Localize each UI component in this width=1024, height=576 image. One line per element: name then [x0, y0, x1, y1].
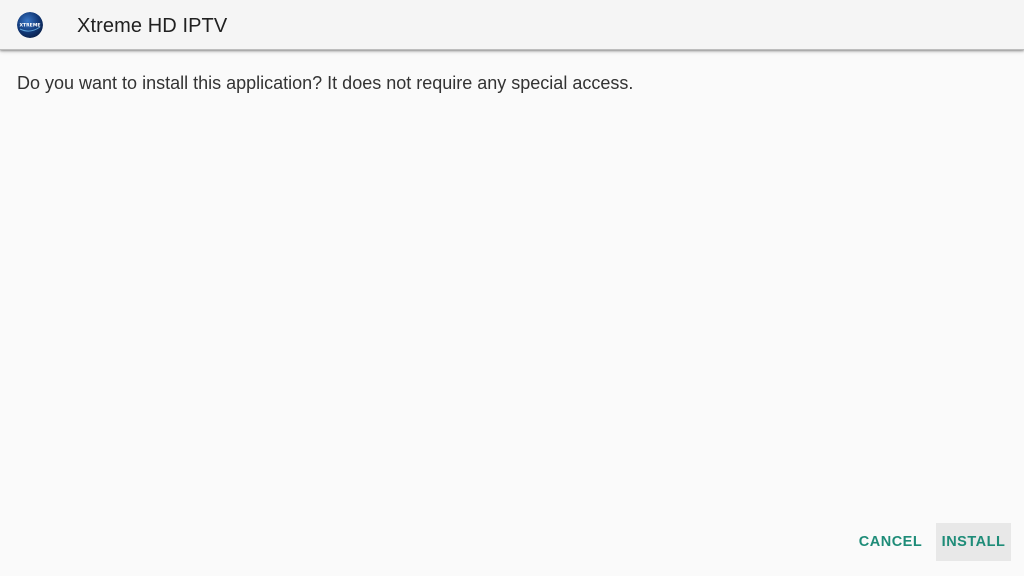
install-button[interactable]: INSTALL: [936, 523, 1011, 561]
install-screen: XTREME Xtreme HD IPTV Do you want to ins…: [0, 0, 1024, 576]
xtreme-logo-icon: XTREME: [17, 12, 43, 38]
cancel-button[interactable]: CANCEL: [853, 523, 928, 561]
app-bar: XTREME Xtreme HD IPTV: [0, 0, 1024, 50]
svg-text:XTREME: XTREME: [19, 23, 40, 29]
install-prompt-text: Do you want to install this application?…: [17, 73, 634, 93]
app-title: Xtreme HD IPTV: [77, 15, 228, 37]
